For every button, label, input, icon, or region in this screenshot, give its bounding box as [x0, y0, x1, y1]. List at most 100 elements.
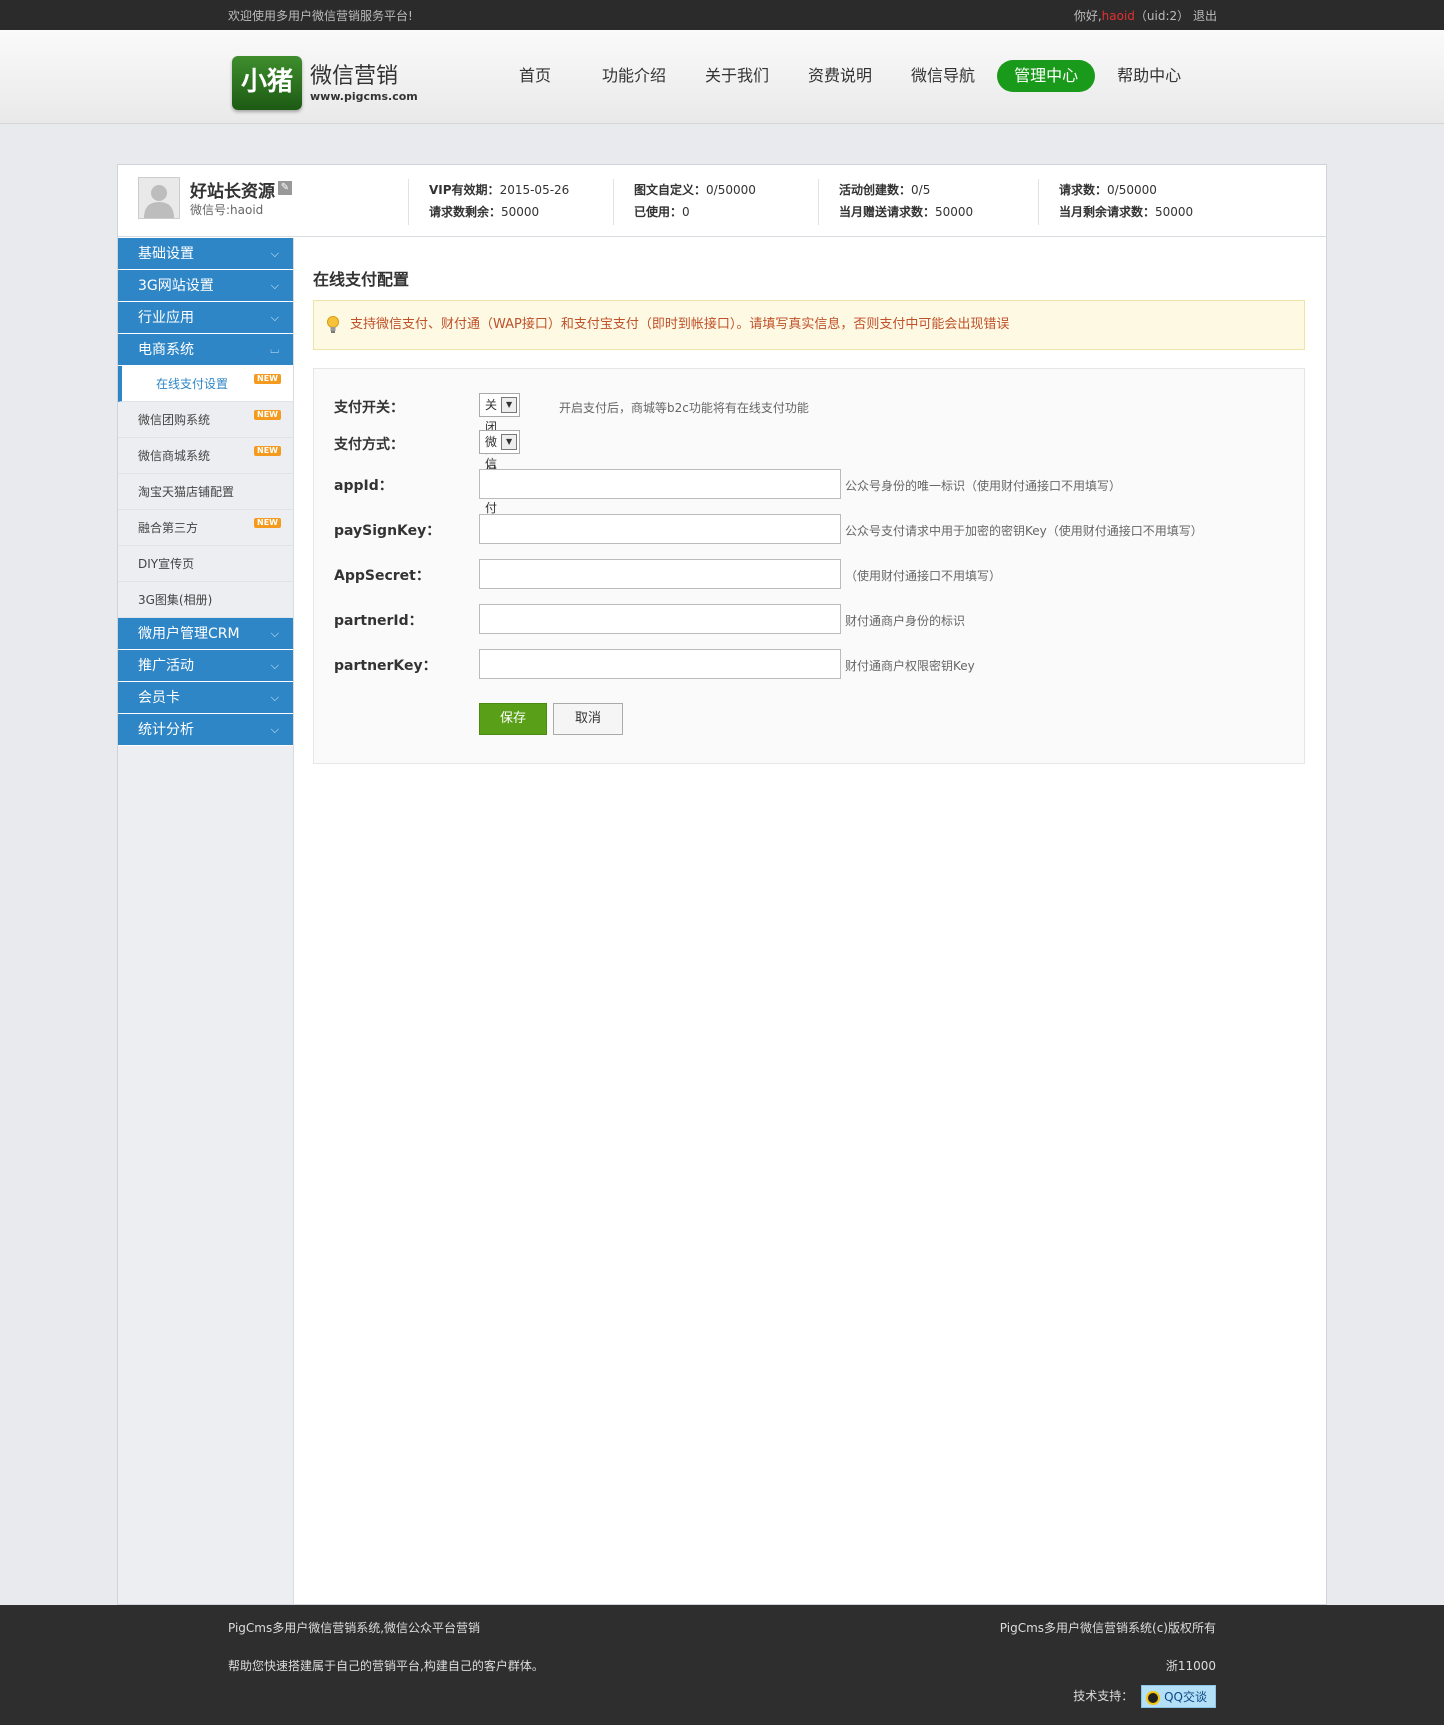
edit-icon[interactable]: ✎: [278, 181, 292, 195]
wechat-id: 微信号:haoid: [190, 203, 264, 217]
sidebar-item-taobao-config[interactable]: 淘宝天猫店铺配置: [118, 474, 293, 510]
page-title: 在线支付配置: [313, 270, 410, 289]
chevron-down-icon: ⌵: [270, 723, 279, 736]
sidebar-item-third-party[interactable]: 融合第三方 NEW: [118, 510, 293, 546]
field-label: appId：: [334, 478, 393, 494]
stat-label: 请求数：: [1059, 183, 1108, 197]
dropdown-arrow-icon: ▼: [501, 397, 518, 413]
logo-name: 微信营销: [310, 64, 399, 89]
sidebar-item-online-payment[interactable]: 在线支付设置 NEW: [118, 366, 293, 402]
stat-vip: VIP有效期：2015-05-26 请求数剩余：50000: [408, 179, 613, 225]
header: 小猪 微信营销 www.pigcms.com 首页 功能介绍 关于我们 资费说明…: [0, 30, 1444, 124]
new-badge: NEW: [254, 518, 281, 528]
sidebar-group-industry[interactable]: 行业应用 ⌵: [118, 302, 293, 334]
sidebar-item-group-buy[interactable]: 微信团购系统 NEW: [118, 402, 293, 438]
sidebar-item-label: 微信商城系统: [138, 449, 211, 463]
notice-banner: 支持微信支付、财付通（WAP接口）和支付宝支付（即时到帐接口）。请填写真实信息，…: [313, 300, 1305, 350]
profile-name: 好站长资源: [190, 182, 275, 202]
logo[interactable]: 小猪 微信营销 www.pigcms.com: [232, 56, 418, 112]
sidebar-group-3g-site[interactable]: 3G网站设置 ⌵: [118, 270, 293, 302]
stat-value: 0/50000: [706, 183, 756, 197]
partnerid-input[interactable]: [479, 604, 841, 634]
qq-penguin-icon: [1146, 1690, 1161, 1705]
stat-activity: 活动创建数：0/5 当月赠送请求数：50000: [818, 179, 1028, 225]
field-label: partnerKey：: [334, 658, 437, 674]
nav-wechat-guide[interactable]: 微信导航: [894, 60, 992, 92]
sidebar-item-label: 在线支付设置: [156, 377, 229, 391]
stat-label: 当月赠送请求数：: [839, 205, 936, 219]
uid-text: （uid:2）: [1134, 9, 1190, 23]
sidebar-group-ecommerce[interactable]: 电商系统 ⌴: [118, 334, 293, 366]
lightbulb-icon: [327, 316, 339, 333]
stat-label: 当月剩余请求数：: [1059, 205, 1156, 219]
appsecret-input[interactable]: [479, 559, 841, 589]
save-button[interactable]: 保存: [479, 703, 547, 735]
payment-switch-select[interactable]: 关闭支付 ▼: [479, 393, 521, 478]
sidebar-group-statistics[interactable]: 统计分析 ⌵: [118, 714, 293, 746]
logout-link[interactable]: 退出: [1193, 9, 1217, 23]
sidebar-group-label: 推广活动: [138, 658, 194, 674]
stat-label: 请求数剩余：: [429, 205, 502, 219]
nav-help[interactable]: 帮助中心: [1100, 60, 1198, 92]
chevron-down-icon: ⌵: [270, 691, 279, 704]
profile-bar: 好站长资源 ✎ 微信号:haoid VIP有效期：2015-05-26 请求数剩…: [118, 165, 1326, 237]
new-badge: NEW: [254, 374, 281, 384]
footer-left-line2: 帮助您快速搭建属于自己的营销平台,构建自己的客户群体。: [228, 1659, 544, 1673]
footer-icp[interactable]: 浙11000: [1166, 1657, 1216, 1674]
user-silhouette-icon: [139, 178, 179, 218]
stat-label: VIP有效期：: [429, 183, 500, 197]
field-label: AppSecret：: [334, 568, 430, 584]
paysignkey-input[interactable]: [479, 514, 841, 544]
chevron-down-icon: ⌵: [270, 279, 279, 292]
sidebar-group-label: 统计分析: [138, 722, 194, 738]
footer-copyright: PigCms多用户微信营销系统(c)版权所有: [999, 1621, 1216, 1635]
field-label: partnerId：: [334, 613, 423, 629]
sidebar-group-crm[interactable]: 微用户管理CRM ⌵: [118, 618, 293, 650]
sidebar-item-3g-album[interactable]: 3G图集(相册): [118, 582, 293, 618]
stat-value: 2015-05-26: [499, 183, 570, 197]
sidebar: 基础设置 ⌵ 3G网站设置 ⌵ 行业应用 ⌵ 电商系统 ⌴ 在线支付设置 NEW 微信团购…: [118, 238, 294, 1604]
nav-pricing[interactable]: 资费说明: [791, 60, 889, 92]
nav-admin-center[interactable]: 管理中心: [997, 60, 1096, 92]
nav-home[interactable]: 首页: [490, 60, 580, 92]
nav-features[interactable]: 功能介绍: [585, 60, 683, 92]
sidebar-group-label: 电商系统: [138, 342, 194, 358]
qq-chat-button[interactable]: QQ交谈: [1141, 1685, 1216, 1708]
user-info: 你好,haoid（uid:2） 退出: [1074, 7, 1217, 24]
sidebar-group-label: 基础设置: [138, 246, 194, 262]
field-hint: 财付通商户身份的标识: [845, 614, 966, 628]
sidebar-item-wechat-mall[interactable]: 微信商城系统 NEW: [118, 438, 293, 474]
logo-badge: 小猪: [232, 56, 302, 110]
stat-label: 图文自定义：: [634, 183, 707, 197]
cancel-button[interactable]: 取消: [553, 703, 623, 735]
appid-input[interactable]: [479, 469, 841, 499]
sidebar-group-member-card[interactable]: 会员卡 ⌵: [118, 682, 293, 714]
qq-label: QQ交谈: [1164, 1690, 1207, 1704]
sidebar-group-label: 微用户管理CRM: [138, 626, 240, 642]
nav-about[interactable]: 关于我们: [688, 60, 786, 92]
sidebar-group-basic-settings[interactable]: 基础设置 ⌵: [118, 238, 293, 270]
field-hint: 公众号支付请求中用于加密的密钥Key（使用财付通接口不用填写）: [845, 524, 1203, 538]
stat-label: 活动创建数：: [839, 183, 912, 197]
sidebar-item-diy-page[interactable]: DIY宣传页: [118, 546, 293, 582]
new-badge: NEW: [254, 410, 281, 420]
stat-label: 已使用：: [634, 205, 683, 219]
sidebar-item-label: 3G图集(相册): [138, 593, 213, 607]
top-bar: 欢迎使用多用户微信营销服务平台! 你好,haoid（uid:2） 退出: [0, 0, 1444, 30]
field-hint: （使用财付通接口不用填写）: [845, 569, 1002, 583]
stat-value: 50000: [1155, 205, 1194, 219]
sidebar-group-promotion[interactable]: 推广活动 ⌵: [118, 650, 293, 682]
sidebar-group-label: 会员卡: [138, 690, 180, 706]
username-link[interactable]: haoid: [1102, 9, 1135, 23]
field-label: 支付方式：: [334, 437, 404, 453]
payment-method-select[interactable]: 微信支付 ▼: [479, 430, 521, 515]
partnerkey-input[interactable]: [479, 649, 841, 679]
logo-url: www.pigcms.com: [310, 90, 418, 103]
chevron-down-icon: ⌵: [270, 247, 279, 260]
footer-support: 技术支持： QQ交谈: [1073, 1685, 1216, 1708]
stat-requests: 请求数：0/50000 当月剩余请求数：50000: [1038, 179, 1258, 225]
greeting-text: 你好,: [1073, 9, 1102, 23]
footer: PigCms多用户微信营销系统,微信公众平台营销 帮助您快速搭建属于自己的营销平…: [0, 1605, 1444, 1725]
field-hint: 开启支付后，商城等b2c功能将有在线支付功能: [559, 401, 809, 415]
field-hint: 财付通商户权限密钥Key: [845, 659, 975, 673]
